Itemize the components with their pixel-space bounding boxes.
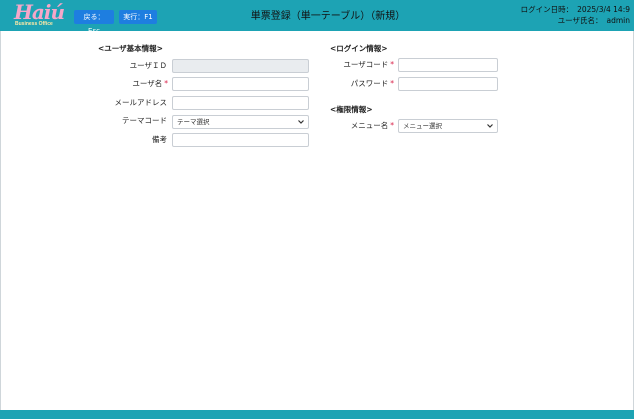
password-input[interactable]	[398, 77, 498, 91]
user-code-input[interactable]	[398, 58, 498, 72]
user-code-label-text: ユーザコード	[343, 60, 389, 69]
login-time-label: ログイン日時：	[520, 5, 574, 14]
required-mark: *	[390, 121, 394, 130]
back-button[interactable]: 戻る：Esc	[74, 10, 114, 35]
login-time-row: ログイン日時： 2025/3/4 14:9	[517, 4, 630, 15]
required-mark: *	[164, 79, 168, 88]
theme-code-label: テーマコード	[122, 116, 167, 125]
window-frame	[0, 0, 634, 419]
user-name-label: ユーザ氏名：	[557, 16, 603, 25]
logo-text: Haiú	[14, 0, 65, 24]
email-label: メールアドレス	[114, 98, 168, 107]
header-bar: Haiú Business Office 戻る：Esc 実行：F1 単票登録（単…	[0, 0, 634, 35]
chevron-down-icon	[487, 124, 493, 128]
note-label: 備考	[152, 135, 167, 144]
user-info-section-title: <ユーザ基本情報>	[98, 44, 163, 53]
password-label: パスワード *	[351, 79, 394, 89]
chevron-down-icon	[298, 120, 304, 124]
login-info-panel: ログイン日時： 2025/3/4 14:9 ユーザ氏名： admin	[517, 4, 630, 26]
login-time-value: 2025/3/4 14:9	[577, 5, 630, 14]
page-title: 単票登録（単一テーブル）（新規）	[250, 11, 406, 22]
user-id-field	[172, 59, 309, 73]
run-button[interactable]: 実行：F1	[119, 10, 157, 24]
user-name-value: admin	[606, 16, 631, 25]
user-code-label: ユーザコード *	[343, 60, 394, 70]
menu-name-select[interactable]: メニュー選択	[398, 119, 498, 133]
menu-name-label: メニュー名 *	[351, 121, 394, 131]
login-info-section-title: <ログイン情報>	[330, 44, 388, 53]
user-name-input[interactable]	[172, 77, 309, 91]
menu-name-selected: メニュー選択	[403, 122, 442, 130]
theme-code-selected: テーマ選択	[177, 118, 210, 126]
password-label-text: パスワード	[350, 79, 389, 88]
footer-bar	[0, 410, 634, 419]
permission-section-title: <権限情報>	[330, 105, 373, 114]
theme-code-select[interactable]: テーマ選択	[172, 115, 309, 129]
user-id-label: ユーザＩＤ	[129, 61, 167, 70]
note-input[interactable]	[172, 133, 309, 147]
app-logo: Haiú Business Office	[14, 2, 65, 29]
user-name-row: ユーザ氏名： admin	[517, 15, 630, 26]
menu-name-label-text: メニュー名	[350, 121, 389, 130]
required-mark: *	[390, 79, 394, 88]
email-input[interactable]	[172, 96, 309, 110]
logo-subtext: Business Office	[15, 21, 53, 27]
user-name-label: ユーザ名 *	[132, 79, 168, 89]
user-name-label-text: ユーザ名	[132, 79, 163, 88]
required-mark: *	[390, 60, 394, 69]
